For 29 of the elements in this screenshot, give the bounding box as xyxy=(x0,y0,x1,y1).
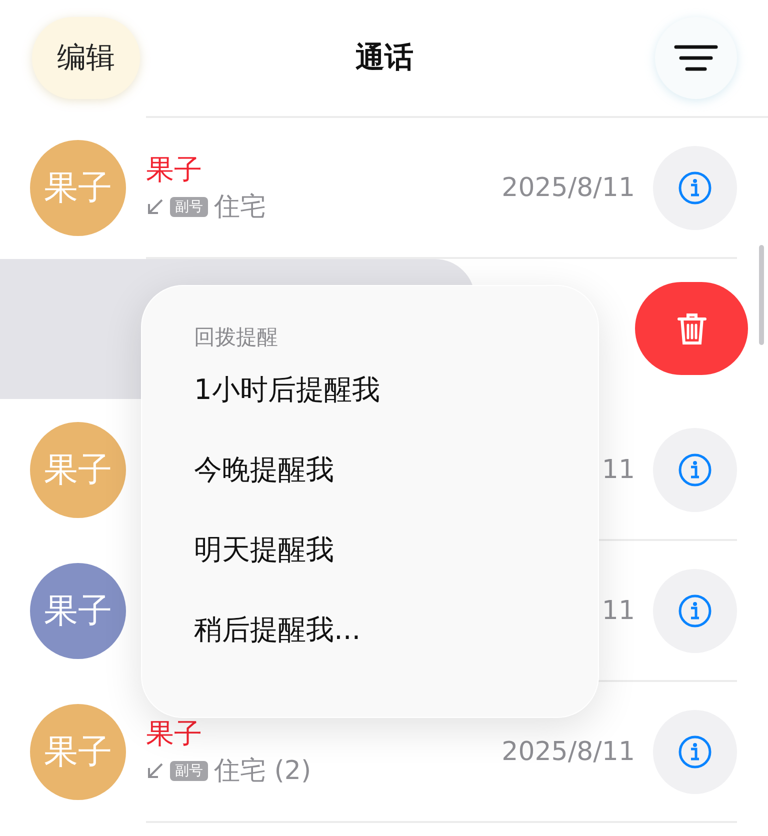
info-icon xyxy=(678,735,712,769)
call-date: 11 xyxy=(602,455,635,485)
avatar: 果子 xyxy=(30,422,126,518)
incoming-call-icon xyxy=(146,198,164,216)
info-icon xyxy=(678,453,712,487)
avatar: 果子 xyxy=(30,704,126,800)
avatar: 果子 xyxy=(30,563,126,659)
info-icon xyxy=(678,171,712,205)
line-tag: 副号 xyxy=(170,761,208,781)
menu-item[interactable]: 明天提醒我 xyxy=(194,510,334,590)
info-icon xyxy=(678,594,712,628)
avatar: 果子 xyxy=(30,140,126,236)
trash-icon xyxy=(676,312,706,346)
screen-title: 通话 xyxy=(356,39,414,76)
edit-button[interactable]: 编辑 xyxy=(32,17,140,99)
call-date: 2025/8/11 xyxy=(502,173,635,203)
menu-title: 回拨提醒 xyxy=(194,324,279,351)
menu-item[interactable]: 1小时后提醒我 xyxy=(194,350,380,430)
menu-item[interactable]: 今晚提醒我 xyxy=(194,430,334,510)
number-label: 住宅 xyxy=(214,191,266,224)
contact-name: 果子 xyxy=(146,716,203,752)
menu-icon xyxy=(674,44,718,72)
call-date: 11 xyxy=(602,596,635,626)
incoming-call-icon xyxy=(146,762,164,780)
contact-name: 果子 xyxy=(146,152,203,188)
number-label: 住宅 (2) xyxy=(214,755,312,788)
line-tag: 副号 xyxy=(170,197,208,217)
menu-item[interactable]: 稍后提醒我... xyxy=(194,590,361,670)
call-date: 2025/8/11 xyxy=(502,737,635,767)
